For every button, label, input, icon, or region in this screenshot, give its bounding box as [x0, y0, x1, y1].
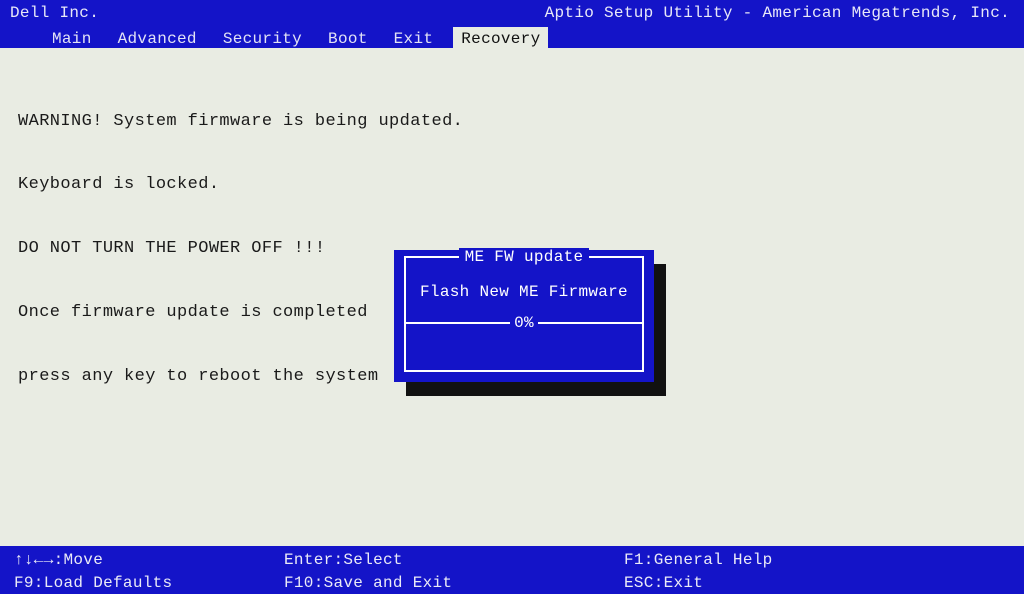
help-f1-general: F1:General Help — [624, 550, 1010, 571]
content-pane: WARNING! System firmware is being update… — [0, 48, 1024, 546]
dialog-message: Flash New ME Firmware — [414, 282, 634, 302]
dialog-title-row: ME FW update — [406, 247, 642, 267]
dialog-progress-label: 0% — [510, 314, 538, 332]
bios-header: Dell Inc. Aptio Setup Utility - American… — [0, 0, 1024, 48]
dialog-progress-divider: 0% — [404, 322, 644, 344]
utility-title: Aptio Setup Utility - American Megatrend… — [545, 3, 1010, 23]
help-f9-defaults: F9:Load Defaults — [14, 573, 284, 594]
dialog-title: ME FW update — [459, 248, 590, 266]
dialog-frame: ME FW update Flash New ME Firmware 0% — [404, 256, 644, 372]
warning-line-1: WARNING! System firmware is being update… — [18, 111, 1006, 132]
help-f10-save-exit: F10:Save and Exit — [284, 573, 624, 594]
warning-line-2: Keyboard is locked. — [18, 174, 1006, 195]
help-bar: ↑↓←→:Move Enter:Select F1:General Help F… — [0, 546, 1024, 594]
fw-update-dialog: ME FW update Flash New ME Firmware 0% — [394, 250, 654, 382]
help-move: ↑↓←→:Move — [14, 550, 284, 571]
vendor-name: Dell Inc. — [10, 4, 99, 22]
help-enter-select: Enter:Select — [284, 550, 624, 571]
help-esc-exit: ESC:Exit — [624, 573, 1010, 594]
